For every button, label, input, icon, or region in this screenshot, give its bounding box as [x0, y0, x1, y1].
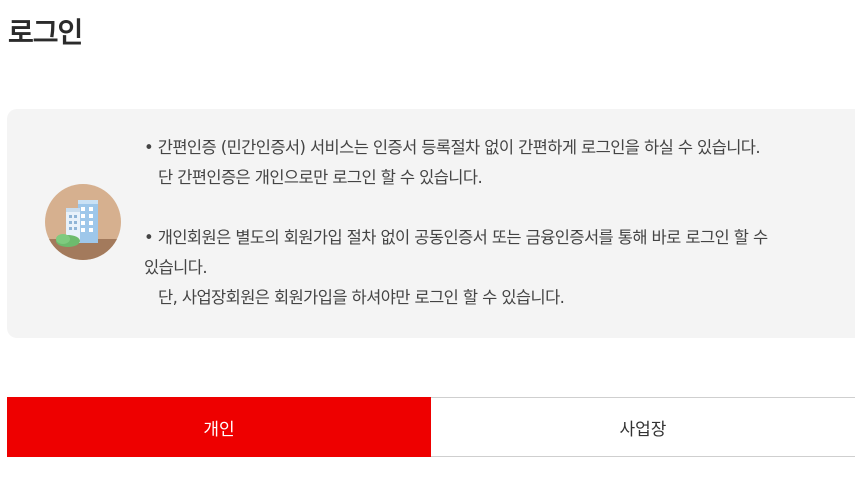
- page-title: 로그인: [8, 16, 83, 49]
- notice-paragraph-personal-member: • 개인회원은 별도의 회원가입 절차 없이 공동인증서 또는 금융인증서를 통…: [144, 223, 844, 313]
- notice-paragraph-simple-auth: • 간편인증 (민간인증서) 서비스는 인증서 등록절차 없이 간편하게 로그인…: [144, 133, 844, 193]
- notice-text: • 간편인증 (민간인증서) 서비스는 인증서 등록절차 없이 간편하게 로그인…: [144, 133, 844, 313]
- notice-line: 단 간편인증은 개인으로만 로그인 할 수 있습니다.: [158, 168, 483, 187]
- notice-line: 있습니다.: [144, 258, 208, 277]
- notice-box: • 간편인증 (민간인증서) 서비스는 인증서 등록절차 없이 간편하게 로그인…: [7, 109, 855, 338]
- notice-line: • 간편인증 (민간인증서) 서비스는 인증서 등록절차 없이 간편하게 로그인…: [144, 138, 761, 157]
- login-type-tabs: 개인 사업장: [7, 397, 855, 457]
- office-building-icon: [45, 184, 121, 260]
- tab-personal[interactable]: 개인: [7, 397, 431, 457]
- login-page: 로그인 • 간편인증 (민간인증서) 서비스는 인증서 등록절차 없이 간편하게…: [0, 0, 855, 477]
- notice-line: 단, 사업장회원은 회원가입을 하셔야만 로그인 할 수 있습니다.: [158, 288, 565, 307]
- tab-business[interactable]: 사업장: [431, 397, 855, 457]
- notice-line: • 개인회원은 별도의 회원가입 절차 없이 공동인증서 또는 금융인증서를 통…: [144, 228, 768, 247]
